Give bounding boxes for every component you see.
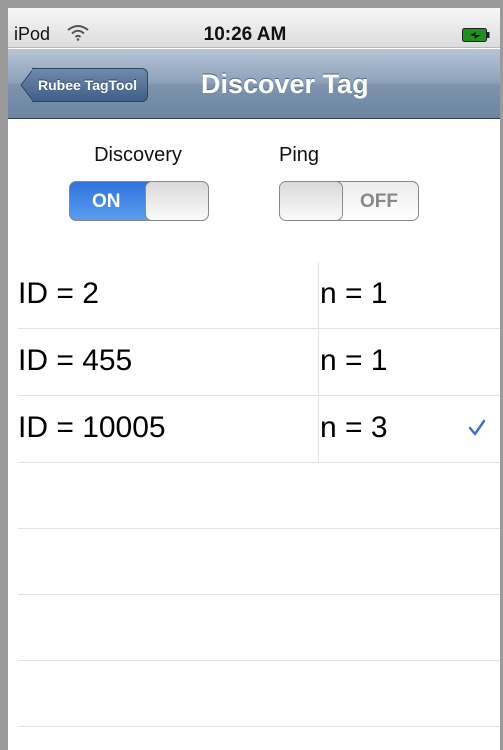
discovery-toggle-state: ON [92, 191, 121, 212]
back-button-label: Rubee TagTool [32, 68, 149, 102]
tag-count: n = 3 [320, 411, 388, 444]
empty-row [18, 595, 500, 661]
column-divider [318, 262, 319, 328]
ping-toggle-knob [280, 182, 343, 220]
discovery-label: Discovery [94, 144, 182, 166]
table-row[interactable]: ID = 2 n = 1 [18, 261, 500, 329]
tag-count: n = 1 [320, 344, 388, 377]
discovery-toggle[interactable]: ON [69, 181, 209, 221]
back-button[interactable]: Rubee TagTool [20, 67, 149, 103]
column-divider [318, 329, 319, 395]
status-bar: iPod 10:26 AM [8, 8, 500, 48]
column-divider [318, 396, 319, 462]
status-time: 10:26 AM [203, 24, 287, 45]
tag-id: ID = 455 [18, 344, 133, 377]
checkmark-icon [468, 419, 486, 436]
empty-row [18, 661, 500, 727]
ping-toggle-state: OFF [360, 191, 398, 212]
tag-count: n = 1 [320, 277, 388, 310]
tag-id: ID = 2 [18, 277, 99, 310]
discovery-toggle-knob [145, 182, 208, 220]
table-row[interactable]: ID = 10005 n = 3 [18, 396, 500, 463]
ping-label: Ping [278, 144, 320, 166]
ping-toggle[interactable]: OFF [279, 181, 419, 221]
empty-row [18, 463, 500, 529]
page-title: Discover Tag [201, 69, 369, 99]
table-row[interactable]: ID = 455 n = 1 [18, 329, 500, 396]
battery-charging-icon [462, 28, 490, 42]
tag-list: ID = 2 n = 1 ID = 455 n = 1 ID = 10005 n… [18, 261, 500, 727]
tag-id: ID = 10005 [18, 411, 166, 444]
navigation-bar: Rubee TagTool Discover Tag [8, 49, 500, 119]
empty-row [18, 529, 500, 595]
